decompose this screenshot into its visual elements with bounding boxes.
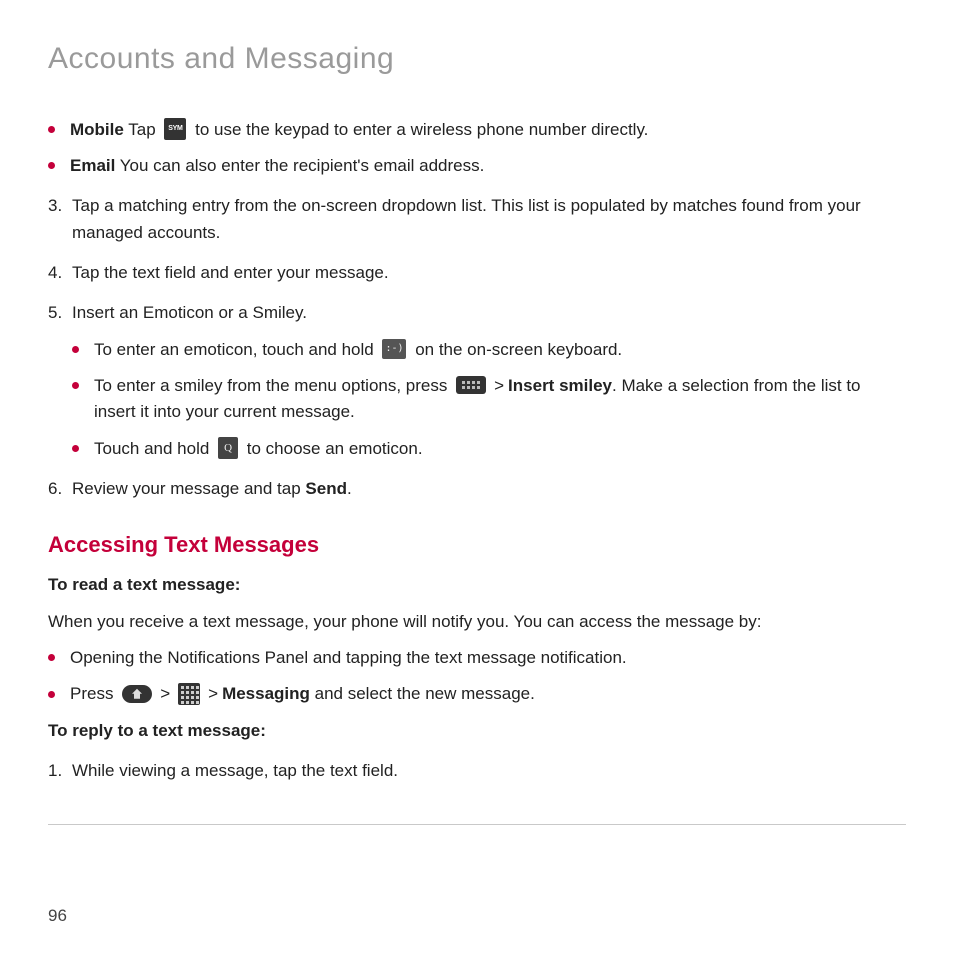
read-b-bold: Messaging	[222, 684, 310, 703]
step-5c-post: to choose an emoticon.	[242, 439, 423, 458]
read-b-gt2: >	[208, 684, 218, 703]
step-4-text: Tap the text field and enter your messag…	[72, 263, 389, 282]
read-b-post: and select the new message.	[310, 684, 535, 703]
step-5-num: 5.	[48, 300, 62, 326]
bullet-mobile: Mobile Tap SYM to use the keypad to ente…	[48, 117, 906, 143]
apps-grid-icon	[178, 683, 200, 705]
page-number: 96	[48, 906, 67, 926]
mobile-email-bullets: Mobile Tap SYM to use the keypad to ente…	[48, 117, 906, 180]
read-b-gt1: >	[160, 684, 170, 703]
reply-steps: 1. While viewing a message, tap the text…	[48, 758, 906, 784]
step-6-post: .	[347, 479, 352, 498]
menu-key-icon	[456, 376, 486, 394]
step-4: 4. Tap the text field and enter your mes…	[48, 260, 906, 286]
step-6: 6. Review your message and tap Send.	[48, 476, 906, 502]
sym-key-icon: SYM	[164, 118, 186, 140]
step-3-text: Tap a matching entry from the on-screen …	[72, 196, 861, 241]
step-5a-pre: To enter an emoticon, touch and hold	[94, 340, 378, 359]
bullet-email: Email You can also enter the recipient's…	[48, 153, 906, 179]
step-5b: To enter a smiley from the menu options,…	[72, 373, 906, 426]
step-3-num: 3.	[48, 193, 62, 219]
label-mobile: Mobile	[70, 120, 124, 139]
reply-label: To reply to a text message:	[48, 718, 906, 744]
chapter-title: Accounts and Messaging	[48, 36, 906, 83]
step-5-subbullets: To enter an emoticon, touch and hold :-)…	[72, 337, 906, 462]
step-5b-bold: Insert smiley	[508, 376, 612, 395]
reply-step-1: 1. While viewing a message, tap the text…	[48, 758, 906, 784]
step-4-num: 4.	[48, 260, 62, 286]
step-3: 3. Tap a matching entry from the on-scre…	[48, 193, 906, 246]
footer-rule	[48, 824, 906, 825]
read-bullet-a: Opening the Notifications Panel and tapp…	[48, 645, 906, 671]
step-5a-post: on the on-screen keyboard.	[410, 340, 622, 359]
read-intro: When you receive a text message, your ph…	[48, 609, 906, 635]
step-5: 5. Insert an Emoticon or a Smiley. To en…	[48, 300, 906, 462]
compose-steps: 3. Tap a matching entry from the on-scre…	[48, 193, 906, 502]
section-accessing-heading: Accessing Text Messages	[48, 528, 906, 562]
step-5c: Touch and hold Q to choose an emoticon.	[72, 436, 906, 462]
step-6-num: 6.	[48, 476, 62, 502]
reply-step-1-num: 1.	[48, 758, 62, 784]
step-5b-gt: >	[494, 376, 504, 395]
q-key-icon: Q	[218, 437, 238, 459]
page-content: Accounts and Messaging Mobile Tap SYM to…	[0, 0, 954, 825]
label-email: Email	[70, 156, 115, 175]
read-b-pre: Press	[70, 684, 118, 703]
home-key-icon	[122, 685, 152, 703]
step-6-bold: Send	[305, 479, 347, 498]
reply-step-1-text: While viewing a message, tap the text fi…	[72, 761, 398, 780]
text-mobile-pre: Tap	[124, 120, 161, 139]
step-6-pre: Review your message and tap	[72, 479, 305, 498]
step-5-text: Insert an Emoticon or a Smiley.	[72, 303, 307, 322]
read-bullets: Opening the Notifications Panel and tapp…	[48, 645, 906, 708]
step-5c-pre: Touch and hold	[94, 439, 214, 458]
step-5a: To enter an emoticon, touch and hold :-)…	[72, 337, 906, 363]
read-bullet-b: Press >>Messaging and select the new mes…	[48, 681, 906, 707]
step-5b-pre: To enter a smiley from the menu options,…	[94, 376, 452, 395]
read-label: To read a text message:	[48, 572, 906, 598]
emoticon-key-icon: :-)	[382, 339, 406, 359]
text-email-rest: You can also enter the recipient's email…	[115, 156, 484, 175]
text-mobile-post: to use the keypad to enter a wireless ph…	[190, 120, 648, 139]
